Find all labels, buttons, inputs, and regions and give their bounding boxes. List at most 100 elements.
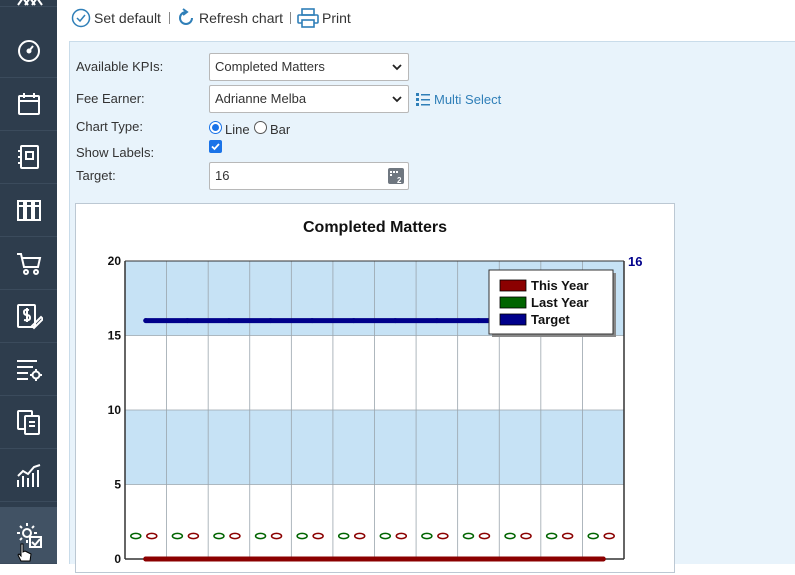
print-button[interactable]: Print (297, 6, 351, 30)
show-labels-checkbox[interactable] (209, 140, 222, 153)
data-point-target (434, 318, 440, 324)
y-tick-label: 10 (108, 403, 122, 417)
legend-swatch (499, 313, 527, 326)
toolbar: Set default Refresh chart Print (57, 0, 795, 38)
data-label-last-year (337, 532, 350, 540)
data-label-this-year (312, 532, 324, 540)
data-label-last-year (587, 532, 599, 540)
multi-select-link[interactable]: Multi Select (415, 91, 501, 107)
check-circle-icon (71, 8, 91, 28)
sidebar-item-settings-report[interactable] (0, 507, 57, 564)
fee-earner-label: Fee Earner: (76, 91, 145, 106)
data-label-this-year (270, 532, 283, 540)
checkmark-icon (211, 143, 220, 151)
refresh-icon (179, 8, 193, 25)
data-label-last-year (130, 532, 142, 540)
chart-type-line-radio[interactable] (209, 121, 222, 134)
legend-swatch (499, 279, 527, 292)
data-label-this-year (395, 532, 408, 540)
data-point-target (268, 318, 274, 324)
refresh-chart-button[interactable]: Refresh chart (176, 6, 283, 30)
notebook-icon (17, 145, 39, 169)
toolbar-divider (290, 12, 291, 24)
data-point-target (351, 318, 357, 324)
legend-label: This Year (531, 278, 589, 293)
sidebar-item-team[interactable] (0, 0, 57, 7)
legend-swatch (499, 296, 527, 309)
fee-earner-value: Adrianne Melba (215, 91, 307, 106)
sidebar-item-archive[interactable] (0, 78, 57, 131)
data-point-target (475, 318, 481, 324)
data-label-last-year (421, 532, 433, 540)
data-label-this-year (146, 532, 158, 540)
data-label-last-year (254, 532, 267, 540)
data-point-target (184, 318, 190, 324)
numeric-input-icon: 2 (388, 168, 404, 185)
sidebar-item-library[interactable] (0, 184, 57, 237)
data-label-this-year (478, 532, 491, 540)
toolbar-divider (169, 12, 170, 24)
billing-edit-icon (16, 304, 43, 330)
set-default-button[interactable]: Set default (71, 6, 161, 30)
data-point-target (226, 318, 232, 324)
multi-select-label: Multi Select (434, 91, 502, 107)
y-tick-label: 5 (114, 478, 121, 492)
chevron-down-icon (392, 96, 402, 103)
chart-type-line-label: Line (225, 122, 250, 137)
target-input[interactable]: 16 2 (209, 162, 409, 190)
data-label-last-year (504, 532, 516, 540)
data-label-last-year (379, 532, 392, 540)
refresh-chart-label: Refresh chart (199, 10, 284, 26)
chart-type-bar-radio[interactable] (254, 121, 267, 134)
team-icon (16, 0, 43, 6)
target-value-label: 16 (628, 254, 642, 269)
sidebar-item-dashboard[interactable] (0, 25, 57, 78)
data-label-last-year (213, 532, 225, 540)
available-kpis-label: Available KPIs: (76, 59, 164, 74)
data-point-target (392, 318, 398, 324)
sidebar-item-cart[interactable] (0, 237, 57, 290)
target-label: Target: (76, 168, 116, 183)
y-tick-label: 20 (108, 254, 122, 268)
sidebar-item-documents[interactable] (0, 396, 57, 449)
chart-type-bar-label: Bar (270, 122, 291, 137)
library-books-icon (16, 200, 41, 221)
sidebar-item-billing[interactable] (0, 290, 57, 343)
show-labels-label: Show Labels: (76, 145, 155, 160)
analytics-chart-icon (16, 464, 40, 487)
dashboard-gauge-icon (17, 40, 40, 62)
data-label-this-year (353, 532, 366, 540)
printer-icon (297, 8, 319, 28)
data-label-this-year (187, 532, 200, 540)
shopping-cart-icon (16, 253, 41, 275)
documents-icon (16, 410, 40, 435)
sidebar-item-list-settings[interactable] (0, 343, 57, 396)
list-icon (416, 93, 430, 106)
data-label-last-year (545, 532, 558, 540)
legend-label: Last Year (531, 295, 589, 310)
print-label: Print (322, 10, 351, 26)
chart-type-label: Chart Type: (76, 119, 143, 134)
hand-cursor-icon (17, 543, 32, 562)
y-tick-label: 15 (108, 329, 122, 343)
data-point-target (309, 318, 315, 324)
fee-earner-select[interactable]: Adrianne Melba (209, 85, 409, 113)
data-label-this-year (603, 532, 615, 540)
data-label-this-year (561, 532, 574, 540)
set-default-label: Set default (94, 10, 161, 26)
available-kpis-value: Completed Matters (215, 59, 325, 74)
available-kpis-select[interactable]: Completed Matters (209, 53, 409, 81)
chart-container: 0 5 10 15 20 16 This Year Last Year Target Comple… (75, 203, 675, 573)
legend-label: Target (531, 312, 570, 327)
completed-matters-chart: 05101520 16This YearLast YearTargetComple… (108, 219, 643, 566)
sidebar-item-analytics[interactable] (0, 449, 57, 502)
kpi-settings-panel: Available KPIs: Completed Matters Fee Ea… (69, 41, 795, 573)
sidebar (0, 0, 57, 564)
data-point-target (143, 318, 149, 324)
chevron-down-icon (392, 64, 402, 71)
data-label-last-year (171, 532, 184, 540)
data-label-this-year (520, 532, 532, 540)
archive-box-icon (17, 93, 40, 115)
sidebar-item-notebook[interactable] (0, 131, 57, 184)
data-label-this-year (229, 532, 241, 540)
